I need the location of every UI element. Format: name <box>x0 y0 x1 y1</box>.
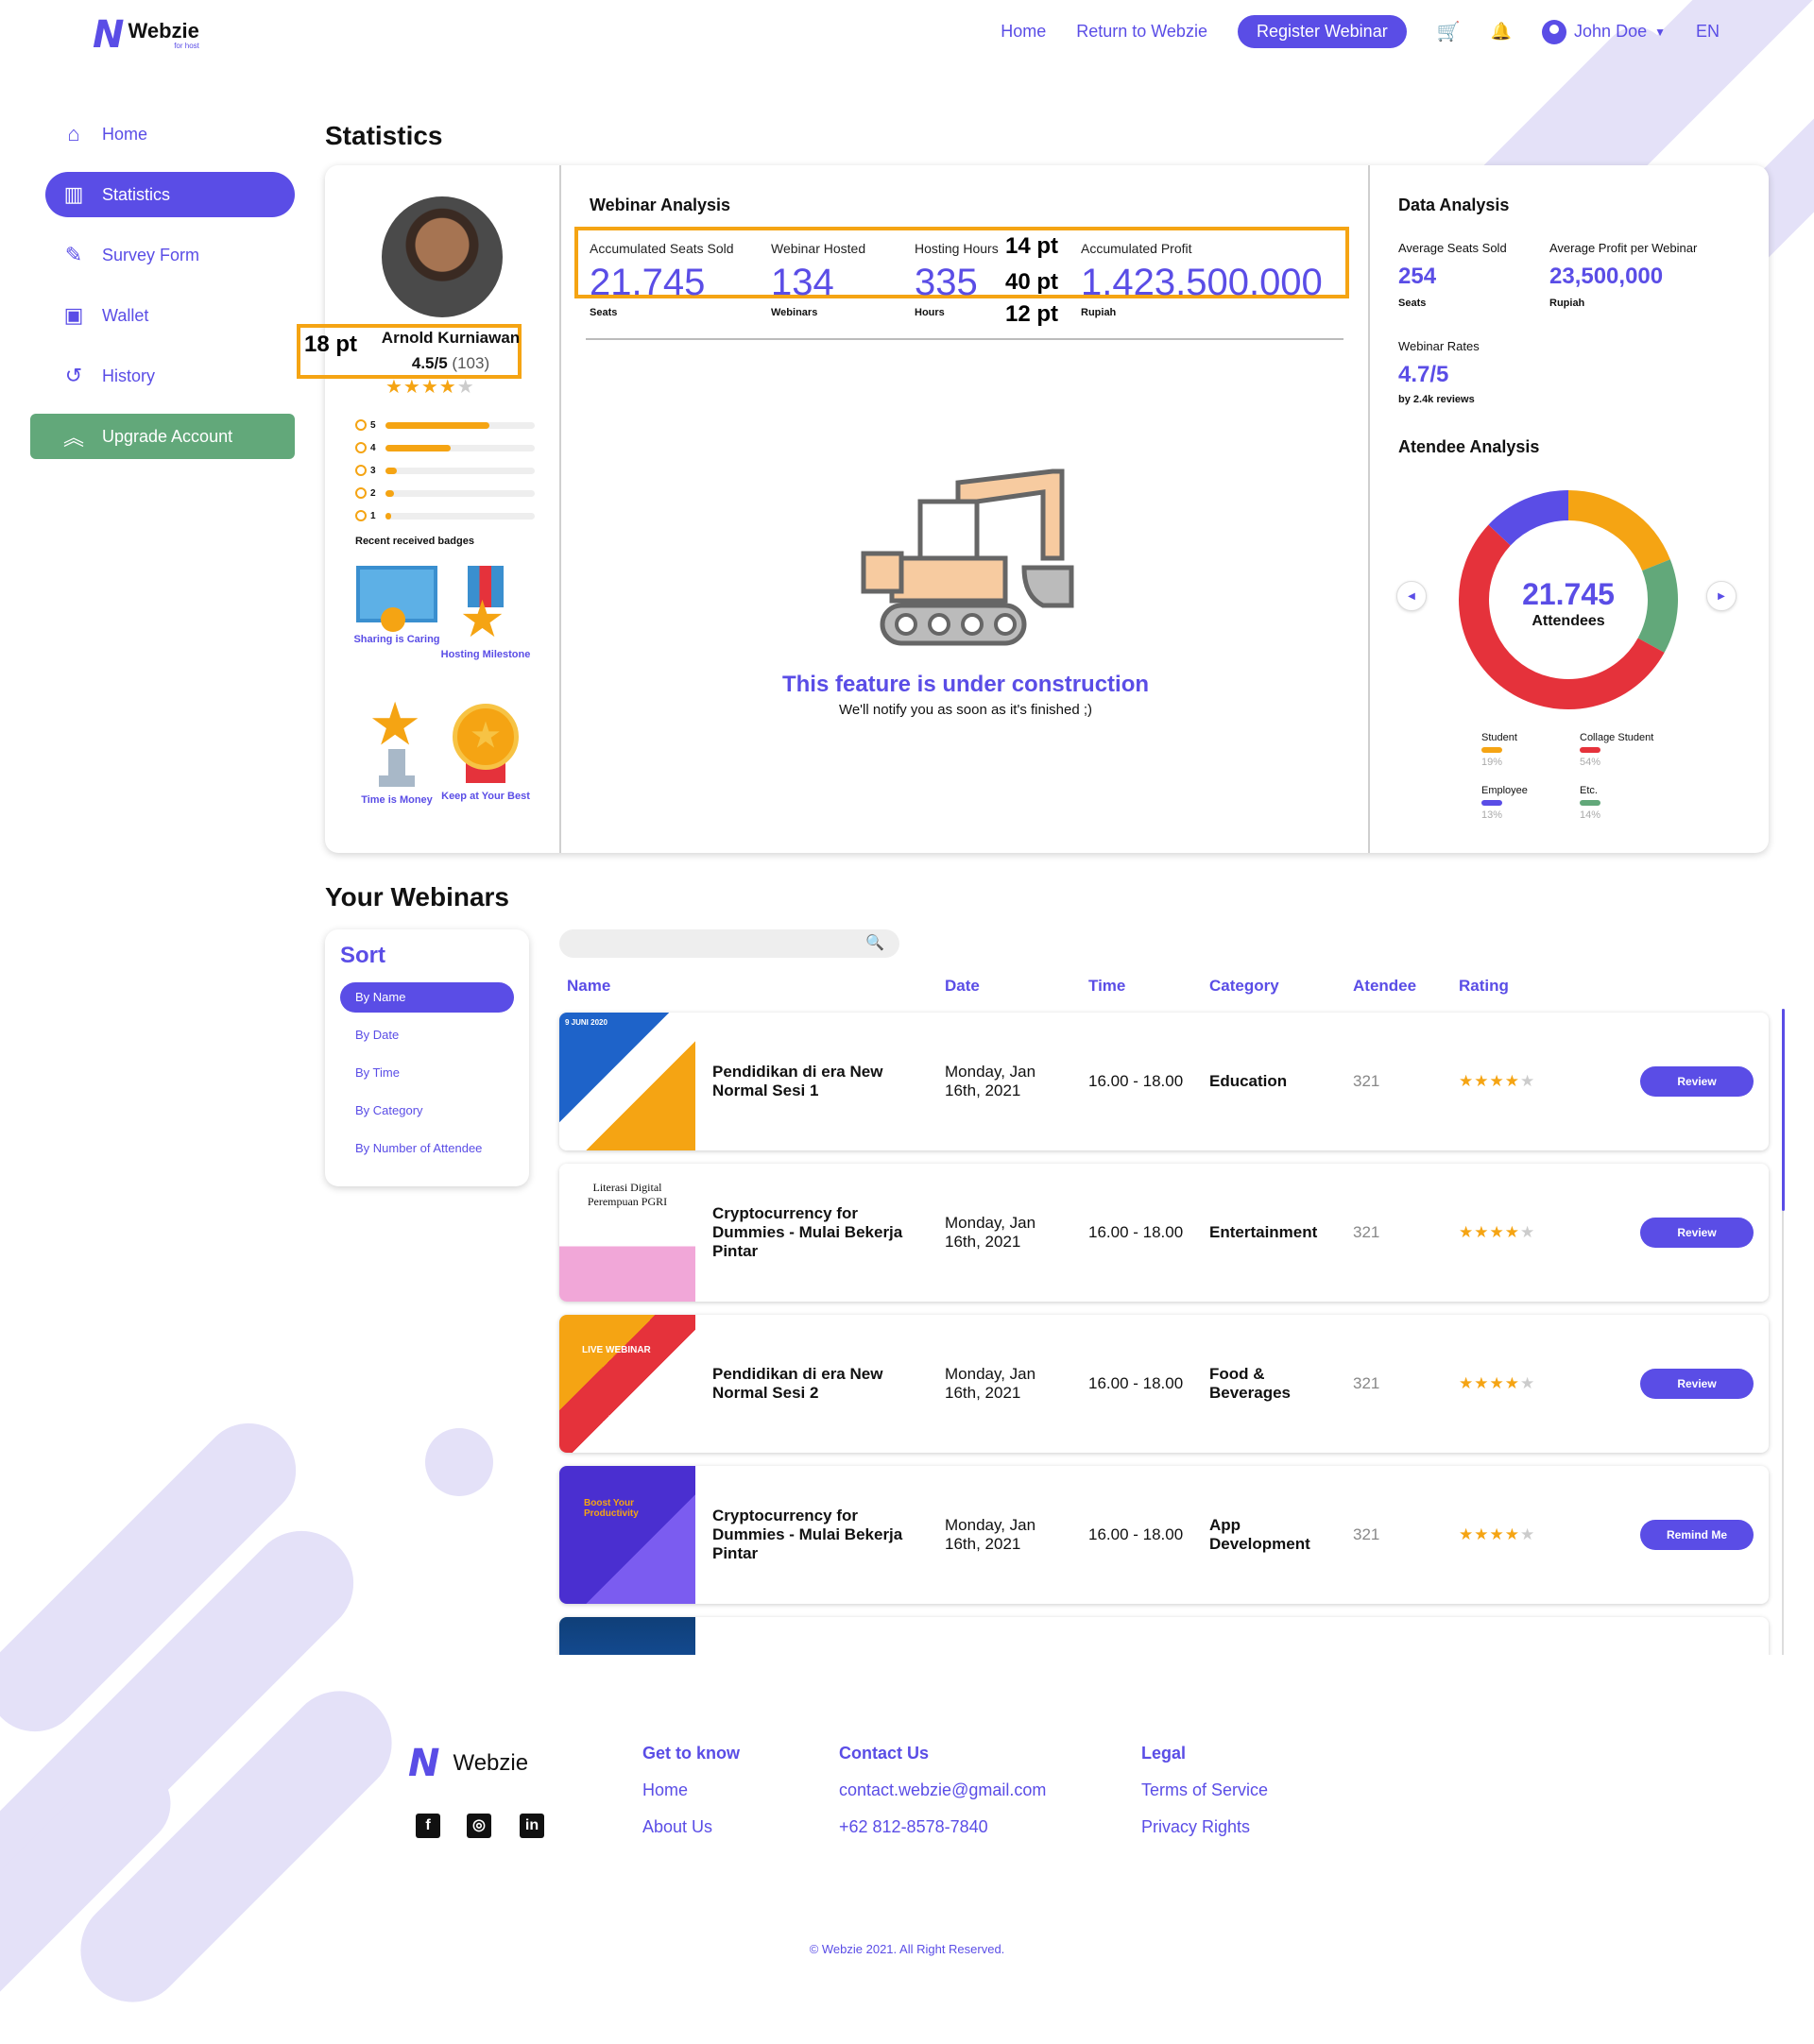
footer-link-email[interactable]: contact.webzie@gmail.com <box>839 1780 1046 1800</box>
webinar-name: Pendidikan di era New Normal Sesi 1 <box>712 1063 883 1099</box>
webinar-attendee: 321 <box>1353 1374 1380 1392</box>
webinar-list: 9 JUNI 2020 Pendidikan di era New Normal… <box>0 0 1814 1655</box>
webinar-thumbnail <box>559 1617 695 1655</box>
webinar-rating-stars: ★★★★★ <box>1459 1374 1536 1392</box>
webinar-category: Education <box>1209 1072 1288 1090</box>
webinar-name: Cryptocurrency for Dummies - Mulai Beker… <box>712 1204 903 1260</box>
webinar-name: Pendidikan di era New Normal Sesi 2 <box>712 1365 883 1402</box>
footer-heading: Get to know <box>642 1744 740 1763</box>
footer-link-phone[interactable]: +62 812-8578-7840 <box>839 1817 1046 1837</box>
webinar-time: 16.00 - 18.00 <box>1088 1072 1184 1090</box>
footer-heading: Legal <box>1141 1744 1187 1763</box>
webinar-attendee: 321 <box>1353 1525 1380 1543</box>
webinar-date: Monday, Jan 16th, 2021 <box>945 1365 1036 1402</box>
webinar-row[interactable]: LIVE WEBINAR Pendidikan di era New Norma… <box>559 1315 1769 1453</box>
webinar-date: Monday, Jan 16th, 2021 <box>945 1214 1036 1251</box>
webinar-thumbnail: 9 JUNI 2020 <box>559 1013 695 1150</box>
footer-get-to-know: Get to know Home About Us <box>642 1744 740 1854</box>
footer-logo[interactable]: N Webzie <box>408 1742 528 1785</box>
webinar-rating-stars: ★★★★★ <box>1459 1525 1536 1543</box>
webinar-attendee: 321 <box>1353 1072 1380 1090</box>
copyright: © Webzie 2021. All Right Reserved. <box>809 1942 1005 1956</box>
review-button[interactable]: Review <box>1640 1369 1754 1399</box>
footer-link-home[interactable]: Home <box>642 1780 740 1800</box>
webinar-row[interactable]: Boost Your Productivity Cryptocurrency f… <box>559 1466 1769 1604</box>
review-button[interactable]: Review <box>1640 1218 1754 1248</box>
footer-brand-name: Webzie <box>453 1750 529 1776</box>
webinar-row[interactable]: 9 JUNI 2020 Pendidikan di era New Normal… <box>559 1013 1769 1150</box>
webinar-thumbnail: Boost Your Productivity <box>559 1466 695 1604</box>
webinar-thumbnail: LIVE WEBINAR <box>559 1315 695 1453</box>
webinar-time: 16.00 - 18.00 <box>1088 1525 1184 1543</box>
webinar-row[interactable]: Literasi Digital Perempuan PGRI Cryptocu… <box>559 1164 1769 1302</box>
webinar-time: 16.00 - 18.00 <box>1088 1374 1184 1392</box>
footer-contact: Contact Us contact.webzie@gmail.com +62 … <box>839 1744 1046 1854</box>
webinar-category: Food & Beverages <box>1209 1365 1292 1402</box>
webinar-row[interactable] <box>559 1617 1769 1655</box>
linkedin-icon[interactable]: in <box>520 1814 544 1838</box>
webinar-date: Monday, Jan 16th, 2021 <box>945 1063 1036 1099</box>
facebook-icon[interactable]: f <box>416 1814 440 1838</box>
webinar-rating-stars: ★★★★★ <box>1459 1223 1536 1241</box>
webinar-category: Entertainment <box>1209 1223 1318 1241</box>
webinar-rating-stars: ★★★★★ <box>1459 1072 1536 1090</box>
instagram-icon[interactable]: ◎ <box>467 1814 491 1838</box>
webinar-time: 16.00 - 18.00 <box>1088 1223 1184 1241</box>
webinar-attendee: 321 <box>1353 1223 1380 1241</box>
logo-mark-icon: N <box>408 1742 440 1785</box>
webinar-name: Cryptocurrency for Dummies - Mulai Beker… <box>712 1507 903 1562</box>
footer-heading: Contact Us <box>839 1744 930 1763</box>
review-button[interactable]: Review <box>1640 1066 1754 1097</box>
footer-link-privacy[interactable]: Privacy Rights <box>1141 1817 1268 1837</box>
webinar-thumbnail: Literasi Digital Perempuan PGRI <box>559 1164 695 1302</box>
footer-link-terms[interactable]: Terms of Service <box>1141 1780 1268 1800</box>
footer-legal: Legal Terms of Service Privacy Rights <box>1141 1744 1268 1854</box>
webinar-category: App Development <box>1209 1516 1310 1553</box>
webinar-date: Monday, Jan 16th, 2021 <box>945 1516 1036 1553</box>
footer-link-about[interactable]: About Us <box>642 1817 740 1837</box>
remind-me-button[interactable]: Remind Me <box>1640 1520 1754 1550</box>
